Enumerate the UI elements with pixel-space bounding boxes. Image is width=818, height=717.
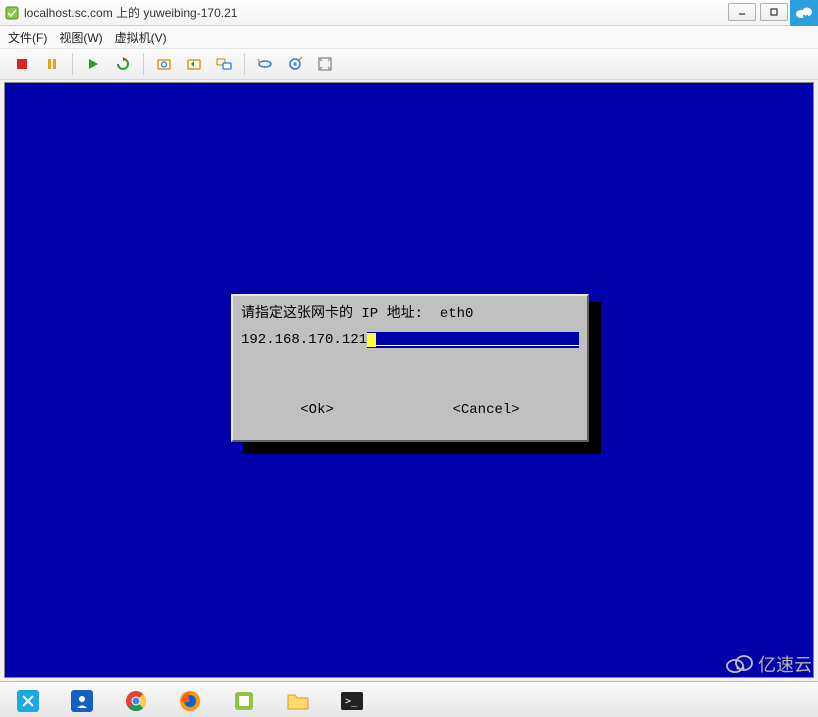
snapshot-take-button[interactable] [150,51,178,77]
watermark-text: 亿速云 [758,651,812,677]
svg-text:>_: >_ [345,696,358,707]
settings-button[interactable] [281,51,309,77]
cloud-badge-icon [790,0,818,26]
ok-button[interactable]: <Ok> [300,402,334,418]
fullscreen-button[interactable] [311,51,339,77]
taskbar-vmware-icon[interactable] [222,685,266,715]
vm-console[interactable]: 请指定这张网卡的 IP 地址: eth0 192.168.170.121 <Ok… [4,82,814,678]
toolbar [0,48,818,80]
ip-config-dialog: 请指定这张网卡的 IP 地址: eth0 192.168.170.121 <Ok… [231,294,589,442]
stop-button[interactable] [8,51,36,77]
dialog-button-row: <Ok> <Cancel> [241,402,579,418]
vmware-icon [4,5,20,21]
pause-button[interactable] [38,51,66,77]
taskbar-folder-icon[interactable] [276,685,320,715]
menu-bar: 文件(F) 视图(W) 虚拟机(V) [0,26,818,48]
window-titlebar: localhost.sc.com 上的 yuweibing-170.21 [0,0,818,26]
window-title: localhost.sc.com 上的 yuweibing-170.21 [24,4,814,21]
taskbar-app-1[interactable] [6,685,50,715]
taskbar-chrome-icon[interactable] [114,685,158,715]
taskbar-firefox-icon[interactable] [168,685,212,715]
restart-button[interactable] [109,51,137,77]
snapshot-manage-button[interactable] [210,51,238,77]
ip-input-field[interactable]: 192.168.170.121 [241,332,579,348]
taskbar-terminal-icon[interactable]: >_ [330,685,374,715]
minimize-button[interactable] [728,3,756,21]
play-button[interactable] [79,51,107,77]
devices-button[interactable] [251,51,279,77]
taskbar: >_ [0,681,818,717]
taskbar-app-2[interactable] [60,685,104,715]
dialog-prompt: 请指定这张网卡的 IP 地址: eth0 [241,302,579,322]
snapshot-revert-button[interactable] [180,51,208,77]
cursor-icon [367,333,376,347]
menu-vm[interactable]: 虚拟机(V) [115,29,167,46]
ip-input-value: 192.168.170.121 [241,332,367,348]
watermark: 亿速云 [726,651,812,677]
menu-file[interactable]: 文件(F) [8,29,47,46]
maximize-button[interactable] [760,3,788,21]
menu-view[interactable]: 视图(W) [59,29,102,46]
cancel-button[interactable]: <Cancel> [452,402,519,418]
